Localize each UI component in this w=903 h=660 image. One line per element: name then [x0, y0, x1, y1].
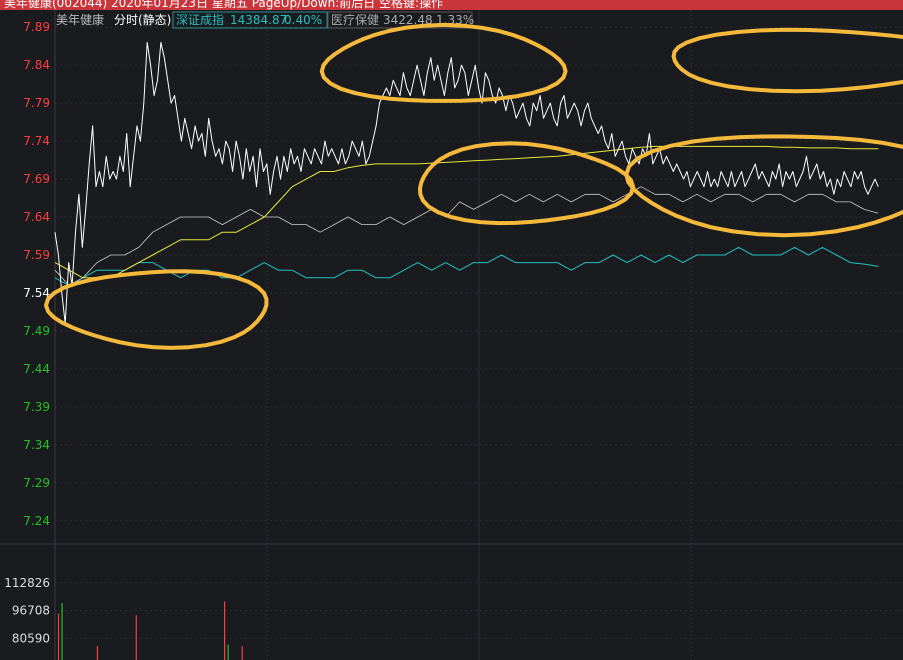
- price-tick-label: 7.44: [23, 362, 50, 376]
- price-line: [54, 41, 879, 324]
- price-tick-label: 7.39: [23, 400, 50, 414]
- circle-top-left: [319, 22, 568, 103]
- index-change-label: 0.40%: [284, 13, 322, 27]
- series-layer: [54, 41, 879, 324]
- price-tick-label: 7.54: [23, 286, 50, 300]
- volume-axis: 112826 96708 80590: [4, 576, 50, 646]
- circle-right: [624, 134, 903, 238]
- price-tick-label: 7.89: [23, 20, 50, 34]
- intraday-chart: 美年健康 分时(静态) 深证成指 14384.87 0.40% 医疗保健 342…: [0, 10, 903, 660]
- volume-tick-label: 96708: [12, 604, 50, 618]
- price-tick-label: 7.79: [23, 96, 50, 110]
- sector-name-label: 医疗保健: [331, 13, 379, 27]
- circle-mid-left: [418, 141, 636, 226]
- volume-tick-label: 112826: [4, 576, 50, 590]
- price-tick-label: 7.64: [23, 210, 50, 224]
- price-tick-label: 7.84: [23, 58, 50, 72]
- circle-low-left: [44, 269, 269, 350]
- grid-layer: [0, 10, 903, 660]
- volume-tick-label: 80590: [12, 631, 50, 645]
- index-value-label: 14384.87: [230, 13, 287, 27]
- stock-name-label: 美年健康: [56, 12, 104, 27]
- sector-overlay-line: [54, 246, 879, 286]
- price-tick-label: 7.49: [23, 324, 50, 338]
- price-tick-label: 7.74: [23, 134, 50, 148]
- price-tick-label: 7.34: [23, 438, 50, 452]
- circle-top-mid: [671, 27, 903, 94]
- mode-label: 分时(静态): [114, 13, 171, 27]
- price-tick-label: 7.59: [23, 248, 50, 262]
- price-tick-label: 7.69: [23, 172, 50, 186]
- price-tick-label: 7.29: [23, 476, 50, 490]
- price-axis: 7.89 7.84 7.79 7.74 7.69 7.64 7.59 7.54 7.49 7.44…: [23, 20, 50, 528]
- index-name-label: 深证成指: [176, 12, 224, 27]
- price-tick-label: 7.24: [23, 514, 50, 528]
- annotation-layer: [44, 22, 903, 350]
